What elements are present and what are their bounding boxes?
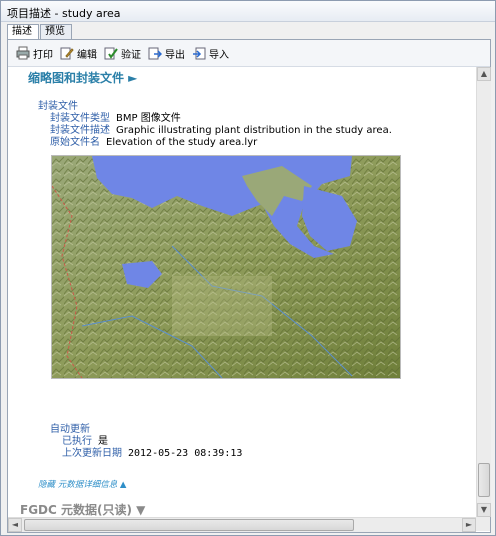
hide-details-link[interactable]: 隐藏 元数据详细信息 ▲ [38,478,126,490]
scroll-corner [476,517,490,531]
title-bar: 项目描述 - study area [1,1,495,22]
tab-description[interactable]: 描述 [7,24,39,40]
window: 项目描述 - study area 描述 预览 打印 编辑 验证 导出 导入 缩… [0,0,496,536]
printer-icon [16,46,30,60]
vertical-scroll-thumb[interactable] [478,463,490,497]
scroll-right-arrow-icon[interactable]: ► [462,518,476,532]
last-update-value: 2012-05-23 08:39:13 [128,448,243,459]
print-label: 打印 [33,49,53,61]
fgdc-section-title[interactable]: FGDC 元数据(只读) ▼ [20,501,145,517]
import-label: 导入 [209,49,229,61]
export-label: 导出 [165,49,185,61]
horizontal-scrollbar[interactable]: ◄ ► [8,517,476,532]
terrain-map-graphic [52,156,400,378]
scroll-up-arrow-icon[interactable]: ▲ [477,67,491,81]
description-panel: 打印 编辑 验证 导出 导入 缩略图和封装文件 ► 封装文件 封装文件类型 BM… [7,39,491,533]
window-title: 项目描述 - study area [7,7,121,20]
package-name-label: 原始文件名 [50,137,100,148]
import-icon [193,47,206,60]
thumbnail-section-title[interactable]: 缩略图和封装文件 ► [28,69,137,86]
toolbar: 打印 编辑 验证 导出 导入 [8,40,490,67]
package-name-value: Elevation of the study area.lyr [106,137,258,148]
vertical-scrollbar[interactable]: ▲ ▼ [476,67,491,517]
print-button[interactable]: 打印 [16,45,53,61]
last-update-row: 上次更新日期 2012-05-23 08:39:13 [62,444,242,459]
thumbnail-map-image [51,155,401,379]
validate-icon [104,47,118,60]
edit-label: 编辑 [77,49,97,61]
package-name-row: 原始文件名 Elevation of the study area.lyr [50,133,257,148]
export-icon [148,47,162,60]
validate-button[interactable]: 验证 [104,45,141,61]
last-update-label: 上次更新日期 [62,448,122,459]
scroll-left-arrow-icon[interactable]: ◄ [8,518,22,532]
export-button[interactable]: 导出 [148,45,185,61]
edit-icon [60,47,74,60]
scroll-down-arrow-icon[interactable]: ▼ [477,503,491,517]
edit-button[interactable]: 编辑 [60,45,97,61]
tab-preview[interactable]: 预览 [40,24,72,39]
horizontal-scroll-thumb[interactable] [24,519,354,531]
metadata-content: 缩略图和封装文件 ► 封装文件 封装文件类型 BMP 图像文件 封装文件描述 Gra… [8,67,476,517]
validate-label: 验证 [121,49,141,61]
import-button[interactable]: 导入 [192,45,229,61]
